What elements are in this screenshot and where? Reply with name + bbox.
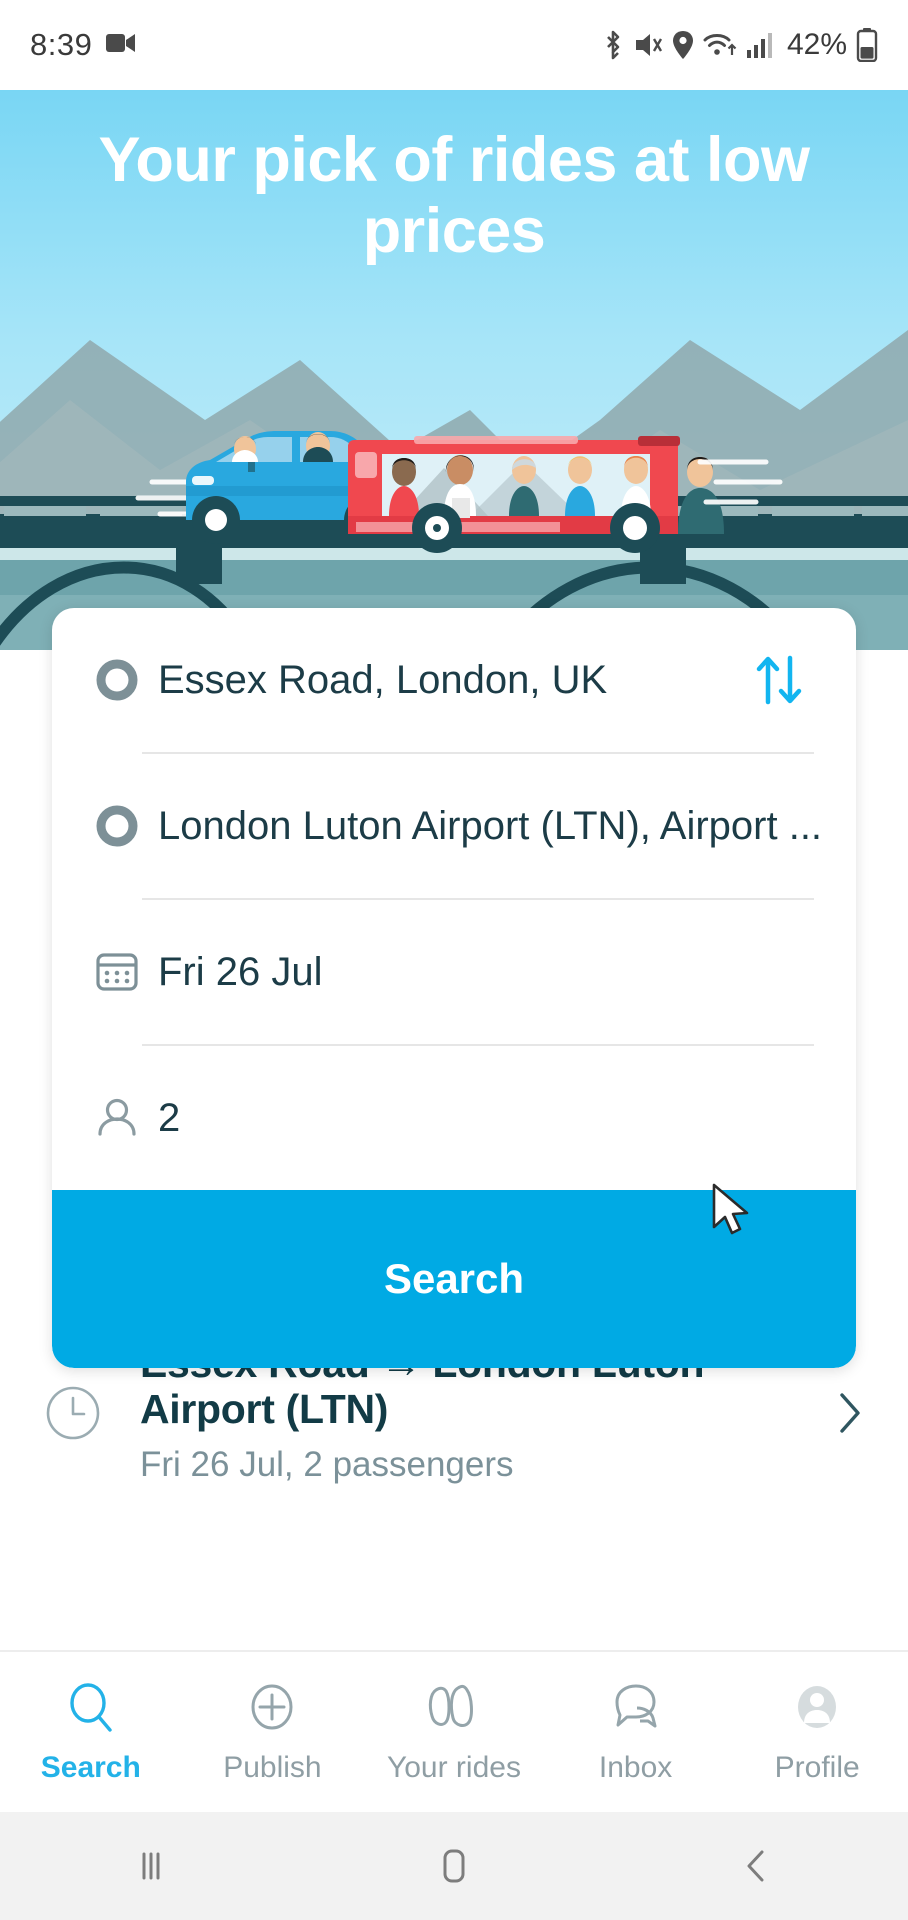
- plus-circle-icon: [244, 1680, 300, 1741]
- home-square-icon[interactable]: [394, 1845, 514, 1887]
- origin-field[interactable]: Essex Road, London, UK: [52, 608, 856, 752]
- nav-item-your-rides[interactable]: Your rides: [363, 1680, 545, 1785]
- battery-percent-label: 42%: [786, 28, 847, 61]
- clock-icon: [44, 1384, 118, 1442]
- chat-bubble-icon: [607, 1680, 665, 1741]
- location-icon: [672, 30, 694, 60]
- nav-label-profile: Profile: [774, 1750, 860, 1784]
- swap-vertical-arrows-icon[interactable]: [748, 649, 810, 711]
- person-icon: [94, 1095, 150, 1141]
- nav-item-profile[interactable]: Profile: [726, 1680, 908, 1785]
- video-recording-icon: [106, 31, 136, 60]
- page-title: Your pick of rides at low prices: [98, 125, 810, 266]
- battery-icon: [856, 28, 878, 62]
- two-cars-icon: [424, 1680, 484, 1741]
- recents-bars-icon[interactable]: [91, 1846, 211, 1886]
- status-bar-right: 42%: [602, 28, 878, 62]
- search-card: Essex Road, London, UK London Luton Airp…: [52, 608, 856, 1368]
- hero-banner: Your pick of rides at low prices: [0, 90, 908, 650]
- circle-outline-icon: [94, 803, 150, 849]
- bluetooth-icon: [602, 29, 624, 61]
- date-value: Fri 26 Jul: [158, 949, 323, 994]
- status-bar-left: 8:39: [30, 27, 136, 63]
- origin-value: Essex Road, London, UK: [158, 657, 608, 702]
- bottom-navigation: Search Publish Your rides Inbox Profile: [0, 1650, 908, 1812]
- chevron-right-icon[interactable]: [824, 1389, 864, 1437]
- destination-field[interactable]: London Luton Airport (LTN), Airport ...: [52, 754, 856, 898]
- android-navigation-bar: [0, 1812, 908, 1920]
- avatar-icon: [789, 1680, 845, 1741]
- recent-search-subtitle: Fri 26 Jul, 2 passengers: [140, 1444, 514, 1484]
- calendar-icon: [94, 949, 150, 995]
- nav-label-inbox: Inbox: [598, 1750, 673, 1784]
- passengers-value: 2: [158, 1095, 181, 1140]
- back-chevron-icon[interactable]: [697, 1845, 817, 1887]
- search-button[interactable]: Search: [52, 1190, 856, 1368]
- nav-label-your-rides: Your rides: [386, 1750, 521, 1784]
- cellular-signal-icon: [746, 31, 774, 59]
- phone-screen: 8:39 42% Your pick of rides at low price…: [0, 0, 908, 1920]
- nav-item-inbox[interactable]: Inbox: [545, 1680, 727, 1785]
- nav-item-search[interactable]: Search: [0, 1680, 182, 1785]
- nav-label-publish: Publish: [223, 1750, 322, 1784]
- magnifier-icon: [63, 1680, 119, 1741]
- circle-outline-icon: [94, 657, 150, 703]
- wifi-icon: [703, 31, 737, 59]
- nav-label-search: Search: [40, 1750, 141, 1784]
- date-field[interactable]: Fri 26 Jul: [52, 900, 856, 1044]
- destination-value: London Luton Airport (LTN), Airport ...: [158, 803, 823, 848]
- nav-item-publish[interactable]: Publish: [182, 1680, 364, 1785]
- vibrate-mute-icon: [633, 30, 663, 60]
- passengers-field[interactable]: 2: [52, 1046, 856, 1190]
- status-bar: 8:39 42%: [0, 0, 908, 90]
- status-time: 8:39: [30, 27, 93, 62]
